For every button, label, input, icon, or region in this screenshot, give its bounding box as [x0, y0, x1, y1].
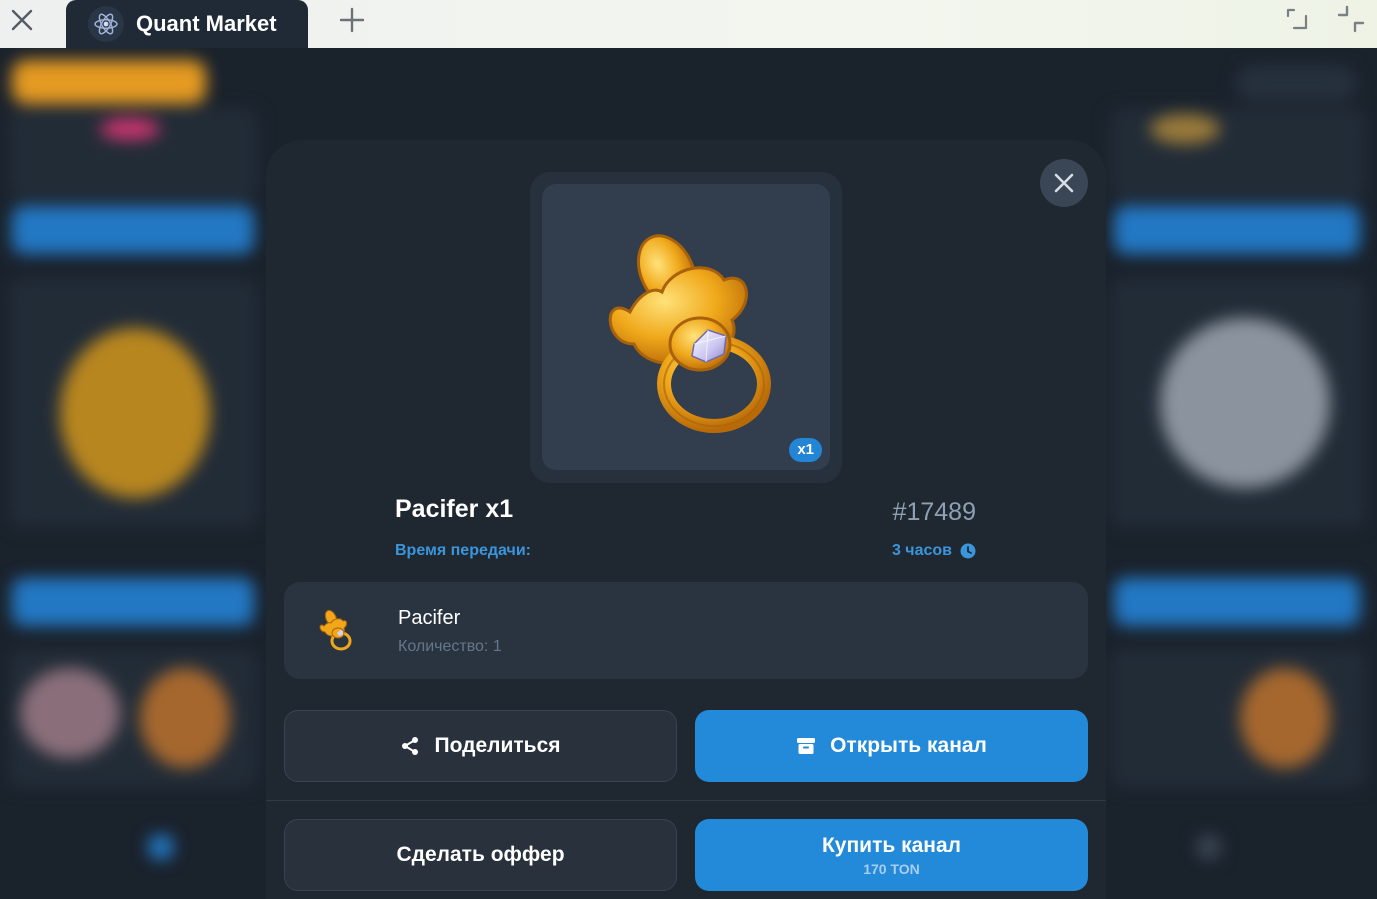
divider — [266, 800, 1106, 801]
quantity-badge: x1 — [789, 438, 822, 462]
blurred-nav-dot — [148, 834, 174, 860]
transfer-time-text: 3 часов — [891, 542, 952, 559]
channel-content-card: Pacifer Количество: 1 — [284, 582, 1088, 679]
exit-fullscreen-button[interactable] — [1333, 2, 1369, 36]
tab-title: Quant Market — [136, 11, 277, 36]
blurred-shape — [1160, 318, 1330, 488]
blurred-button — [1114, 578, 1360, 626]
blurred-shape — [20, 668, 120, 758]
buy-channel-button-label: Купить канал — [821, 833, 961, 857]
blurred-button — [12, 206, 254, 254]
blurred-pill — [12, 60, 206, 104]
minimize-button[interactable] — [1280, 2, 1314, 36]
exit-fullscreen-icon — [1337, 5, 1365, 33]
item-title: Pacifer x1 — [395, 495, 514, 523]
browser-tab-strip: Quant Market — [0, 0, 1377, 48]
blurred-button — [12, 578, 254, 626]
pacifier-icon — [319, 609, 352, 651]
item-image-frame: x1 — [530, 172, 842, 483]
buy-price: 170 TON — [863, 860, 920, 877]
blurred-card — [1110, 108, 1366, 200]
buy-channel-button[interactable]: Купить канал 170 TON — [695, 819, 1088, 891]
modal-close-button[interactable] — [1040, 159, 1088, 207]
transfer-time-label: Время передачи: — [395, 542, 531, 559]
share-icon — [402, 737, 419, 755]
pacifier-icon — [608, 234, 771, 433]
blurred-shape — [1150, 114, 1220, 144]
blurred-pill — [1236, 66, 1356, 100]
item-number: #17489 — [892, 498, 976, 526]
blurred-shape — [60, 328, 210, 498]
atom-logo-icon — [88, 6, 124, 42]
item-image: x1 — [542, 184, 830, 470]
blurred-shape — [1240, 668, 1330, 768]
open-channel-button-label: Открыть канал — [830, 734, 987, 757]
plus-icon — [339, 7, 365, 33]
transfer-time-value: 3 часов — [892, 542, 976, 560]
clock-icon — [960, 543, 976, 559]
content-item-quantity: Количество: 1 — [398, 638, 502, 655]
blurred-nav-dot — [1196, 834, 1222, 860]
item-detail-modal: x1 Pacifer x1 #17489 Время передачи: 3 ч… — [266, 140, 1106, 899]
share-button[interactable]: Поделиться — [284, 710, 677, 782]
close-icon — [1054, 173, 1074, 193]
new-tab-button[interactable] — [334, 2, 370, 38]
blurred-shape — [140, 668, 230, 768]
make-offer-button[interactable]: Сделать оффер — [284, 819, 677, 891]
active-tab[interactable]: Quant Market — [66, 0, 308, 48]
content-item-name: Pacifer — [398, 607, 461, 629]
share-button-label: Поделиться — [434, 734, 561, 757]
archive-icon — [797, 738, 816, 754]
blurred-shape — [100, 118, 160, 140]
open-channel-button[interactable]: Открыть канал — [695, 710, 1088, 782]
close-icon — [11, 9, 33, 31]
make-offer-button-label: Сделать оффер — [396, 843, 565, 866]
minimize-icon — [1286, 8, 1308, 30]
blurred-button — [1114, 206, 1360, 254]
close-window-button[interactable] — [0, 0, 44, 40]
